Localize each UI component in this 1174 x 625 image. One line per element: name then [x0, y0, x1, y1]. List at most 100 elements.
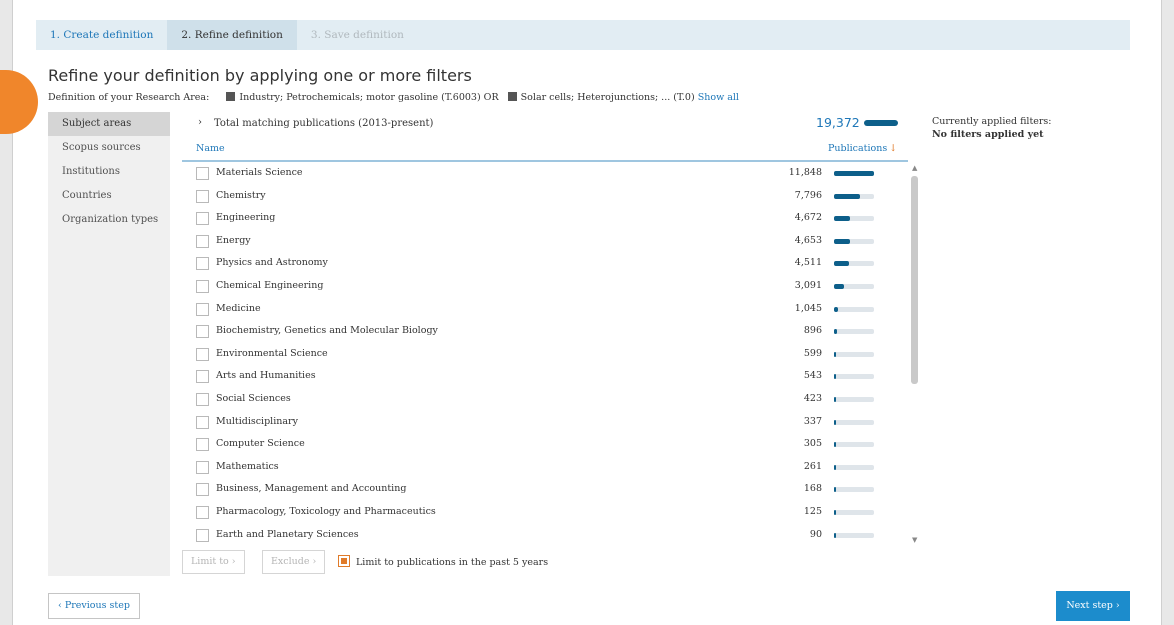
- row-label: Materials Science: [216, 167, 303, 178]
- total-count: 19,372: [816, 115, 860, 130]
- table-header: Name Publications ↓: [182, 140, 908, 162]
- row-count: 337: [803, 415, 822, 427]
- row-label: Biochemistry, Genetics and Molecular Bio…: [216, 325, 438, 337]
- row-label: Chemistry: [216, 189, 266, 201]
- table-row[interactable]: Environmental Science 599: [182, 345, 908, 367]
- row-checkbox[interactable]: [196, 167, 209, 180]
- row-bar: [834, 329, 874, 335]
- table-row[interactable]: Social Sciences 423: [182, 390, 908, 412]
- scrollbar[interactable]: ▲ ▼: [910, 164, 920, 544]
- row-checkbox[interactable]: [196, 483, 209, 497]
- chevron-right-icon[interactable]: ›: [198, 117, 202, 128]
- row-bar-fill: [834, 487, 836, 493]
- exclude-button[interactable]: Exclude ›: [262, 550, 326, 574]
- row-bar-fill: [834, 238, 850, 244]
- row-checkbox[interactable]: [196, 438, 209, 452]
- row-checkbox[interactable]: [196, 280, 209, 293]
- row-count: 1,045: [794, 302, 822, 314]
- column-publications[interactable]: Publications ↓: [828, 143, 897, 154]
- row-bar-fill: [834, 374, 836, 380]
- table-row[interactable]: Multidisciplinary 337: [182, 413, 908, 435]
- table-row[interactable]: Biochemistry, Genetics and Molecular Bio…: [182, 322, 908, 344]
- row-checkbox[interactable]: [196, 257, 209, 271]
- sidebar-item-organization-types[interactable]: Organization types: [48, 208, 170, 232]
- row-checkbox[interactable]: [196, 506, 209, 519]
- row-bar: [834, 510, 874, 515]
- table-row[interactable]: Pharmacology, Toxicology and Pharmaceuti…: [182, 503, 908, 525]
- table-row[interactable]: Engineering 4,672: [182, 209, 908, 231]
- previous-step-button[interactable]: ‹ Previous step: [48, 593, 140, 619]
- row-checkbox[interactable]: [196, 460, 209, 474]
- definition-line: Definition of your Research Area: Indust…: [48, 92, 739, 103]
- row-checkbox[interactable]: [196, 325, 209, 339]
- table-row[interactable]: Materials Science 11,848: [182, 164, 908, 186]
- scroll-up-icon[interactable]: ▲: [912, 164, 917, 172]
- row-label: Pharmacology, Toxicology and Pharmaceuti…: [216, 506, 436, 517]
- row-checkbox[interactable]: [196, 528, 209, 542]
- next-step-button[interactable]: Next step ›: [1056, 591, 1130, 621]
- row-count: 4,653: [794, 234, 822, 246]
- sidebar-item-institutions[interactable]: Institutions: [48, 160, 170, 184]
- next-step-label: Next step: [1066, 600, 1113, 611]
- sidebar-item-countries[interactable]: Countries: [48, 184, 170, 208]
- show-all-link[interactable]: Show all: [698, 92, 739, 103]
- row-bar: [834, 238, 874, 244]
- limit-5-years-label: Limit to publications in the past 5 year…: [356, 557, 549, 568]
- row-checkbox[interactable]: [196, 212, 209, 226]
- row-checkbox[interactable]: [196, 393, 209, 406]
- row-checkbox[interactable]: [196, 370, 209, 384]
- table-row[interactable]: Chemical Engineering 3,091: [182, 277, 908, 299]
- scroll-down-icon[interactable]: ▼: [912, 536, 917, 544]
- row-label: Medicine: [216, 302, 261, 314]
- row-label: Computer Science: [216, 438, 305, 450]
- table-row[interactable]: Chemistry 7,796: [182, 187, 908, 209]
- filter-sidebar: Subject areas Scopus sources Institution…: [48, 112, 170, 576]
- row-checkbox[interactable]: [196, 189, 209, 203]
- topic-icon: [226, 92, 236, 101]
- row-bar-fill: [834, 464, 836, 470]
- row-count: 125: [803, 506, 822, 517]
- definition-topic-2: Solar cells; Heterojunctions; ... (T.0): [520, 92, 695, 103]
- row-count: 305: [803, 438, 822, 450]
- row-checkbox[interactable]: [196, 347, 209, 361]
- row-bar: [834, 171, 874, 176]
- limit-5-years-checkbox[interactable]: [338, 555, 350, 567]
- table-row[interactable]: Arts and Humanities 543: [182, 367, 908, 389]
- row-checkbox[interactable]: [196, 234, 209, 248]
- column-name[interactable]: Name: [196, 143, 225, 154]
- row-bar: [834, 216, 874, 222]
- table-row[interactable]: Energy 4,653: [182, 232, 908, 254]
- table-row[interactable]: Computer Science 305: [182, 435, 908, 457]
- row-bar: [834, 193, 874, 199]
- table-row[interactable]: Mathematics 261: [182, 458, 908, 480]
- row-label: Energy: [216, 234, 251, 246]
- row-count: 543: [803, 370, 822, 382]
- limit-5-years-toggle[interactable]: Limit to publications in the past 5 year…: [338, 555, 548, 568]
- table-row[interactable]: Earth and Planetary Sciences 90: [182, 526, 908, 544]
- row-label: Engineering: [216, 212, 276, 224]
- total-matching-row[interactable]: › Total matching publications (2013-pres…: [198, 115, 908, 135]
- table-row[interactable]: Medicine 1,045: [182, 300, 908, 322]
- table-row[interactable]: Business, Management and Accounting 168: [182, 480, 908, 502]
- applied-filters-panel: Currently applied filters: No filters ap…: [932, 116, 1052, 140]
- table-row[interactable]: Physics and Astronomy 4,511: [182, 254, 908, 276]
- sort-arrow-icon[interactable]: ↓: [889, 143, 897, 154]
- limit-to-button[interactable]: Limit to ›: [182, 550, 245, 574]
- row-label: Social Sciences: [216, 393, 291, 404]
- sidebar-item-scopus-sources[interactable]: Scopus sources: [48, 136, 170, 160]
- scrollbar-thumb[interactable]: [911, 176, 918, 384]
- row-bar-fill: [834, 351, 836, 357]
- row-checkbox[interactable]: [196, 302, 209, 316]
- wizard-step-save: 3. Save definition: [310, 29, 404, 41]
- row-checkbox[interactable]: [196, 415, 209, 429]
- wizard-step-refine[interactable]: 2. Refine definition: [167, 20, 297, 50]
- row-label: Arts and Humanities: [216, 370, 316, 382]
- sidebar-item-subject-areas[interactable]: Subject areas: [48, 112, 170, 136]
- row-bar-fill: [834, 510, 836, 515]
- row-count: 896: [803, 325, 822, 337]
- wizard-step-create[interactable]: 1. Create definition: [36, 20, 168, 50]
- row-bar-fill: [834, 216, 850, 222]
- limit-to-label: Limit to: [191, 556, 229, 567]
- page-title: Refine your definition by applying one o…: [48, 66, 472, 85]
- row-bar: [834, 487, 874, 493]
